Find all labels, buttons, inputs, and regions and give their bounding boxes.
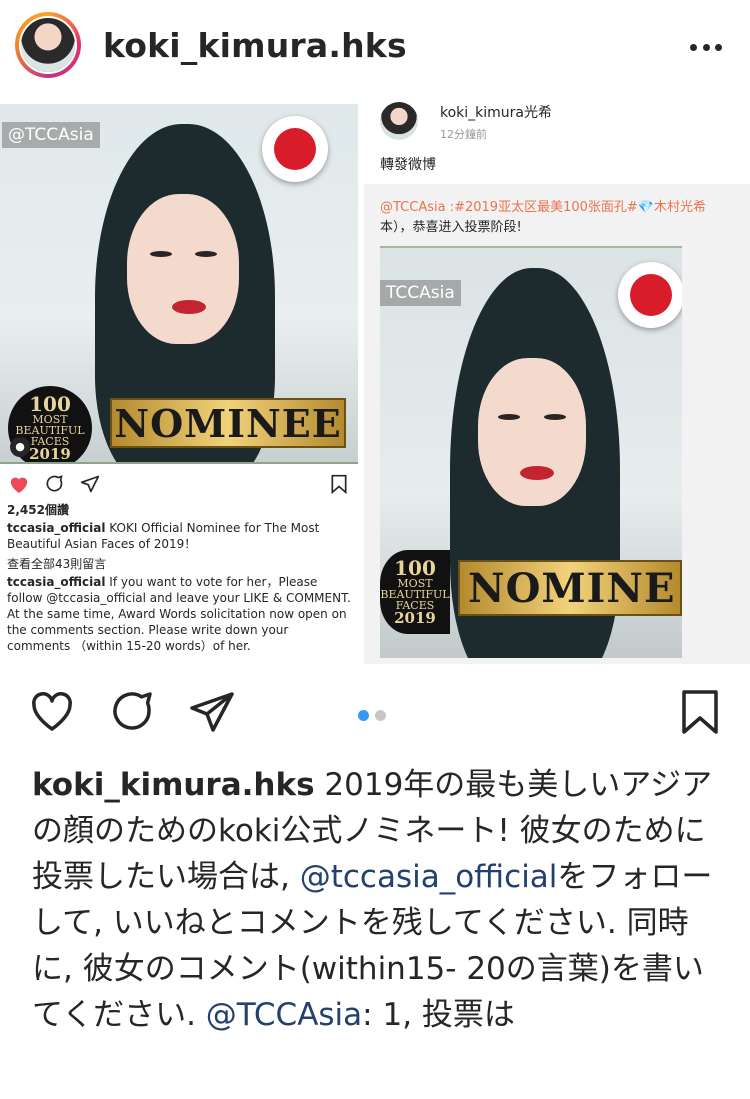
award-badge-icon-2: 100 MOST BEAUTIFUL FACES 2019 bbox=[380, 550, 450, 634]
share-icon bbox=[80, 475, 100, 493]
caption-mention-tccasia[interactable]: @TCCAsia bbox=[206, 997, 362, 1033]
nominee-banner-2: NOMINE bbox=[458, 560, 682, 616]
weibo-quote-box: @TCCAsia :#2019亚太区最美100张面孔#💎木村光希 本），恭喜进入… bbox=[364, 184, 750, 664]
japan-flag-icon-2 bbox=[618, 262, 682, 328]
right-tag-label: TCCAsia bbox=[380, 280, 461, 306]
heart-filled-icon bbox=[10, 477, 28, 494]
post-username[interactable]: koki_kimura.hks bbox=[103, 26, 407, 65]
left-likes-count: 2,452個讚 bbox=[7, 503, 69, 517]
avatar-image bbox=[19, 16, 77, 74]
weibo-photo: TCCAsia 100 MOST BEAUTIFUL FACES 2019 NO… bbox=[380, 246, 682, 658]
post-action-bar bbox=[0, 676, 750, 750]
left-caption-text: tccasia_official KOKI Official Nominee f… bbox=[7, 521, 320, 551]
right-embedded-weibo: koki_kimura光希 12分鐘前 轉發微博 @TCCAsia :#2019… bbox=[364, 96, 750, 664]
weibo-name: koki_kimura光希 bbox=[440, 105, 553, 121]
caption-mention-tccasia-official[interactable]: @tccasia_official bbox=[300, 859, 558, 895]
weibo-repost-label: 轉發微博 bbox=[380, 157, 436, 173]
post-caption: koki_kimura.hks 2019年の最も美しいアジアの顔のためのkoki… bbox=[32, 762, 722, 1038]
like-heart-icon[interactable] bbox=[28, 688, 76, 736]
comment-icon bbox=[46, 475, 63, 492]
left-embedded-actions bbox=[0, 462, 358, 502]
profile-avatar[interactable] bbox=[15, 12, 81, 78]
save-bookmark-icon[interactable] bbox=[676, 688, 724, 736]
post-image[interactable]: @TCCAsia 100 MOST BEAUTIFUL FACES 2019 N… bbox=[0, 96, 750, 676]
left-embedded-photo: @TCCAsia 100 MOST BEAUTIFUL FACES 2019 N… bbox=[0, 104, 358, 462]
left-view-comments: 查看全部43則留言 bbox=[7, 557, 107, 571]
left-tag-label: @TCCAsia bbox=[2, 122, 100, 148]
weibo-time: 12分鐘前 bbox=[440, 128, 487, 141]
nominee-banner: NOMINEE bbox=[110, 398, 346, 448]
caption-username[interactable]: koki_kimura.hks bbox=[32, 767, 315, 803]
carousel-dot bbox=[375, 710, 386, 721]
left-comment-text: tccasia_official If you want to vote for… bbox=[7, 575, 351, 653]
direct-share-icon[interactable] bbox=[188, 688, 236, 736]
bookmark-icon bbox=[331, 474, 347, 494]
carousel-dot-active bbox=[358, 710, 369, 721]
caption-text-3: : 1, 投票は bbox=[362, 997, 515, 1033]
more-options-icon[interactable] bbox=[690, 42, 722, 52]
weibo-avatar bbox=[380, 102, 418, 140]
weibo-quote-text: @TCCAsia :#2019亚太区最美100张面孔#💎木村光希 本），恭喜进入… bbox=[380, 200, 706, 235]
tagged-user-icon: ● bbox=[10, 437, 30, 457]
carousel-indicator bbox=[358, 710, 386, 721]
japan-flag-icon bbox=[262, 116, 328, 182]
comment-bubble-icon[interactable] bbox=[108, 688, 156, 736]
post-header: koki_kimura.hks bbox=[0, 0, 750, 96]
